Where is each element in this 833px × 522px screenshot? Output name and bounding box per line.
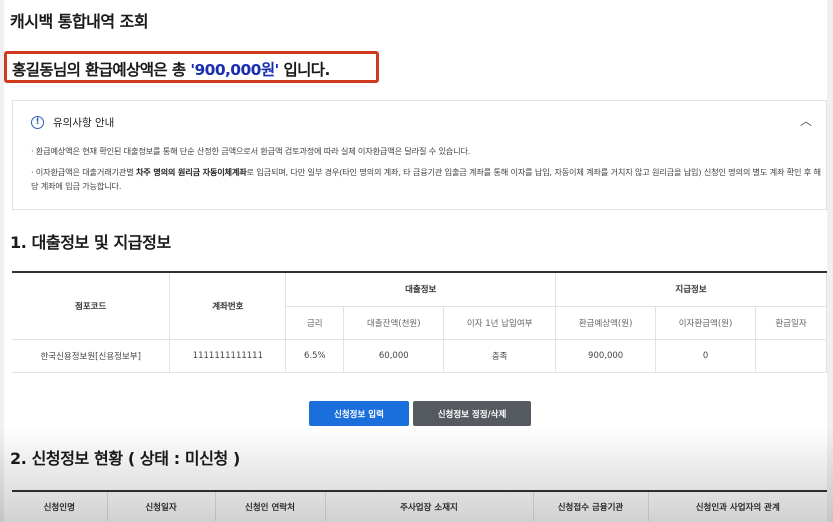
notice-body: · 환급예상액은 현재 확인된 대출정보를 통해 단순 산정한 금액으로서 환급…: [31, 144, 821, 200]
notice-title: 유의사항 안내: [53, 117, 115, 129]
header-expected-refund: 환급예상액(원): [555, 305, 657, 340]
summary-suffix: 입니다.: [278, 61, 330, 79]
cell-interest-rate: 6.5%: [285, 338, 345, 373]
application-status-table: 신청인명 신청일자 신청인 연락처 주사업장 소재지 신청접수 금융기관 신청인…: [12, 490, 827, 521]
header-interest-paid-year: 이자 1년 납입여부: [443, 305, 557, 340]
enter-application-button[interactable]: 신청정보 입력: [309, 401, 409, 426]
header-refund-date: 환급일자: [755, 305, 827, 340]
notice-item: · 환급예상액은 현재 확인된 대출정보를 통해 단순 산정한 금액으로서 환급…: [31, 146, 471, 156]
chevron-up-icon[interactable]: ︿: [800, 112, 812, 129]
notice-panel: ! 유의사항 안내 ︿ · 환급예상액은 현재 확인된 대출정보를 통해 단순 …: [12, 100, 827, 210]
right-frame-shade: [827, 0, 833, 522]
cell-account: 1111111111111: [169, 338, 287, 373]
header-interest-refund: 이자환급액(원): [655, 305, 756, 340]
notice-header[interactable]: ! 유의사항 안내: [31, 115, 114, 130]
header-applicant-relation: 신청인과 사업자의 관계: [695, 502, 780, 513]
header-account-number: 계좌번호: [169, 272, 287, 340]
header-interest-rate: 금리: [285, 305, 345, 340]
header-applicant-name: 신청인명: [12, 491, 108, 521]
header-business-location: 주사업장 소재지: [325, 491, 534, 521]
cell-branch: 한국신용정보원[신용정보부]: [12, 338, 171, 373]
summary-amount: '900,000원': [190, 61, 279, 79]
edit-application-button[interactable]: 신청정보 정정/삭제: [413, 401, 531, 426]
header-group-payment: 지급정보: [555, 272, 827, 307]
header-branch-code: 점포코드: [12, 272, 171, 340]
cell-interest-refund: 0: [655, 338, 756, 373]
info-icon: !: [31, 116, 44, 129]
header-loan-balance: 대출잔액(천원): [343, 305, 445, 340]
table-row: 한국신용정보원[신용정보부] 1111111111111 6.5% 60,000…: [12, 338, 827, 373]
cell-refund-date: [755, 338, 827, 373]
notice-item: · 이자환급액은 대출거래기관별 차주 명의의 원리금 자동이체계좌로 입금되며…: [31, 165, 821, 193]
header-application-date: 신청일자: [107, 491, 216, 521]
header-applicant-contact: 신청인 연락처: [215, 491, 326, 521]
table-header-row: 점포코드 계좌번호 대출정보 지급정보: [12, 272, 827, 340]
summary-prefix: 홍길동님의 환급예상액은 총: [12, 61, 191, 79]
section-title-application-status: 2. 신청정보 현황 ( 상태 : 미신청 ): [10, 449, 240, 468]
header-receiving-institution: 신청접수 금융기관: [533, 491, 649, 521]
page-title: 캐시백 통합내역 조회: [10, 12, 149, 31]
section-title-loan-info: 1. 대출정보 및 지급정보: [10, 233, 171, 252]
refund-summary-highlight: 홍길동님의 환급예상액은 총 '900,000원' 입니다.: [4, 51, 379, 83]
cell-loan-balance: 60,000: [343, 338, 445, 373]
notice-text: · 이자환급액은 대출거래기관별: [31, 167, 136, 177]
cell-interest-paid-year: 충족: [443, 338, 557, 373]
header-group-loan: 대출정보: [285, 272, 557, 307]
notice-bold-text: 차주 명의의 원리금 자동이체계좌: [135, 167, 247, 177]
cell-expected-refund: 900,000: [555, 338, 657, 373]
table-header-row: 신청인명 신청일자 신청인 연락처 주사업장 소재지 신청접수 금융기관 신청인…: [12, 491, 827, 521]
loan-payment-table: 점포코드 계좌번호 대출정보 지급정보 금리 대출잔액(천원) 이자 1년 납입…: [12, 271, 827, 373]
